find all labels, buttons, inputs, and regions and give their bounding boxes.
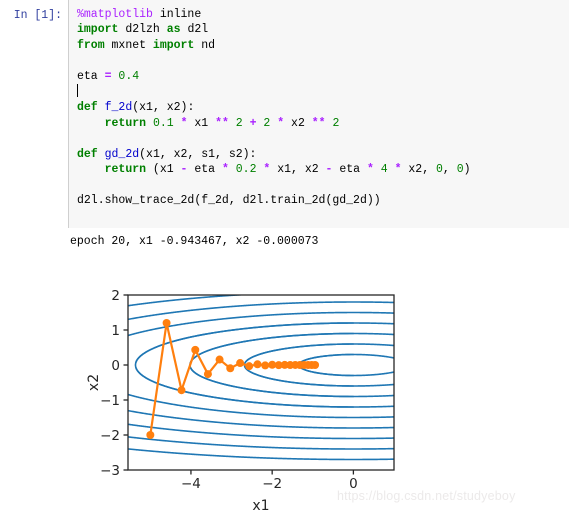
code-token: eta — [332, 163, 367, 177]
matplotlib-figure: −4 −2 0 −3 −2 −1 0 1 2 x1 x2 — [62, 272, 502, 515]
code-token: 2 — [235, 116, 243, 130]
watermark-text: https://blog.csdn.net/studyeboy — [337, 489, 516, 503]
code-token: inline — [152, 8, 202, 21]
code-token: ** — [311, 116, 326, 130]
code-token: f_2d — [104, 101, 133, 115]
code-token: def — [77, 101, 98, 115]
x-tick-label: −4 — [181, 476, 201, 492]
code-token: 0.4 — [118, 69, 140, 83]
code-token: (x1, x2, s1, s2): — [139, 147, 257, 161]
y-axis-label: x2 — [86, 374, 102, 391]
contour-trajectory-plot: −4 −2 0−3−2−1012x1x2 — [86, 288, 395, 514]
code-token: d2lzh — [118, 23, 167, 37]
code-token: return — [104, 116, 147, 130]
code-token: 0.1 — [152, 116, 174, 130]
code-token: (x1 — [146, 163, 181, 177]
y-tick-label: 1 — [111, 323, 120, 339]
text-cursor — [77, 84, 78, 98]
code-token: x1 — [187, 116, 216, 130]
code-token: from — [77, 38, 105, 52]
code-token: 0 — [456, 163, 464, 177]
code-token: eta — [187, 163, 222, 177]
code-token: d2l — [180, 23, 209, 37]
trajectory-series — [146, 319, 320, 439]
notebook-cell: In [1]: %matplotlib inline import d2lzh … — [0, 0, 569, 249]
code-token: 2 — [332, 116, 340, 130]
code-token: import — [152, 38, 195, 52]
code-token: 4 — [380, 163, 388, 177]
code-token: as — [166, 23, 181, 37]
y-tick-label: −2 — [100, 428, 120, 444]
code-token: x2 — [284, 116, 312, 130]
code-token: nd — [194, 38, 216, 52]
code-token: * — [366, 163, 374, 177]
y-tick-label: −3 — [100, 463, 120, 479]
stdout-text: epoch 20, x1 -0.943467, x2 -0.000073 — [70, 235, 319, 248]
code-token: %matplotlib — [77, 8, 153, 21]
code-token: , — [442, 163, 457, 177]
code-token: 0.2 — [235, 163, 257, 177]
code-token: eta — [77, 69, 105, 83]
code-cell-row: In [1]: %matplotlib inline import d2lzh … — [0, 0, 569, 228]
code-token: import — [77, 23, 119, 37]
code-token: gd_2d — [104, 147, 140, 161]
code-token: return — [104, 163, 147, 177]
stdout-row: epoch 20, x1 -0.943467, x2 -0.000073 — [0, 234, 569, 249]
code-token: mxnet — [104, 38, 153, 52]
y-tick-label: 2 — [111, 288, 120, 304]
code-token: * — [221, 163, 229, 177]
code-input-area[interactable]: %matplotlib inline import d2lzh as d2l f… — [68, 0, 569, 228]
y-tick-label: −1 — [100, 393, 120, 409]
cell-prompt-label: In [1]: — [13, 9, 62, 22]
contour-lines — [128, 295, 394, 461]
code-token: ) — [463, 163, 471, 177]
x-tick-label: −2 — [262, 476, 282, 492]
x-axis-label: x1 — [252, 498, 269, 514]
code-token: ** — [215, 116, 229, 130]
code-token: + — [249, 116, 257, 130]
code-token: d2l.show_trace_2d(f_2d, d2l.train_2d(gd_… — [77, 193, 381, 207]
y-tick-label: 0 — [111, 358, 120, 374]
code-token: x2, — [401, 163, 436, 177]
code-token: = — [104, 69, 112, 83]
code-token: (x1, x2): — [132, 101, 195, 115]
code-source[interactable]: %matplotlib inline import d2lzh as d2l f… — [77, 7, 569, 208]
code-token: def — [77, 147, 98, 161]
code-token: x1, x2 — [270, 163, 326, 177]
code-token: 0 — [436, 163, 443, 177]
